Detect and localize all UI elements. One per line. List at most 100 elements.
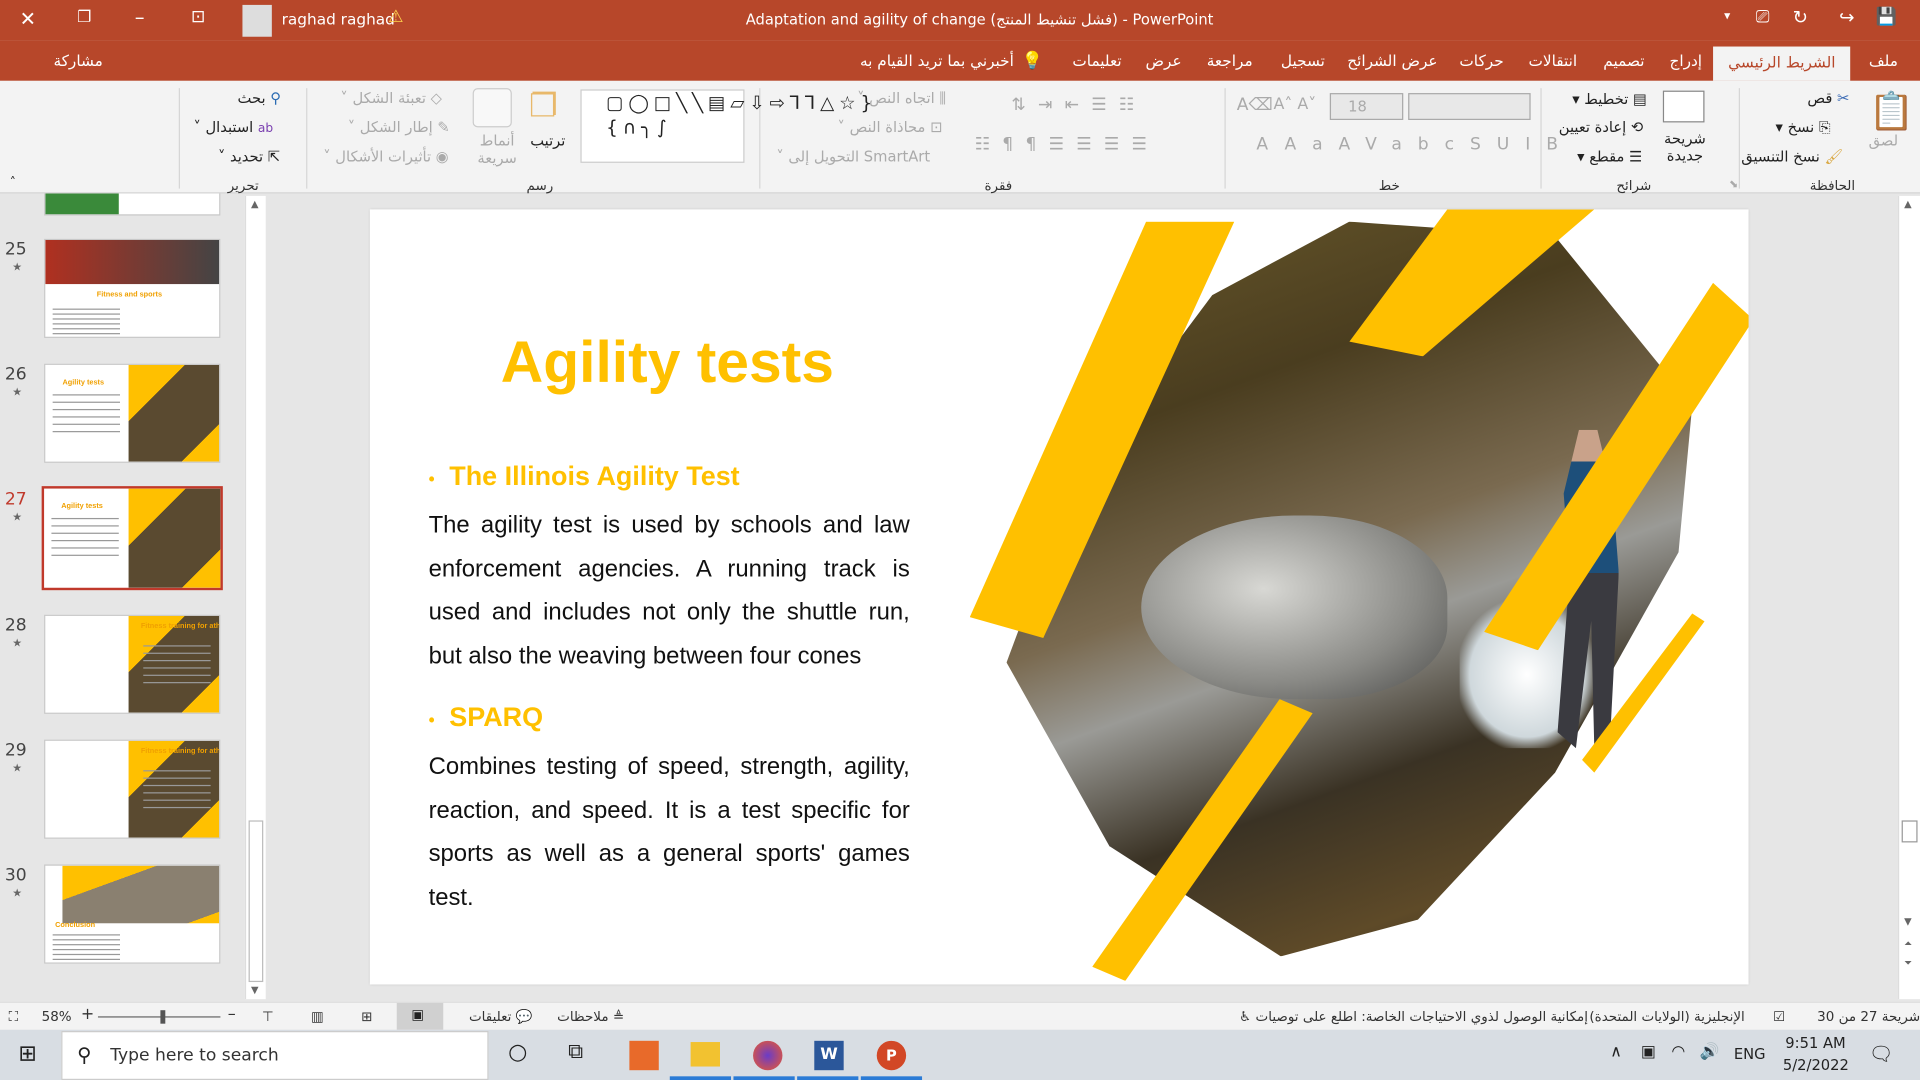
comments-button[interactable]: تعليقات 💬	[469, 1009, 532, 1025]
notes-button[interactable]: ملاحظات ≜	[557, 1009, 624, 1025]
tab-insert[interactable]: إدراج	[1669, 51, 1702, 69]
input-language[interactable]: ENG	[1734, 1046, 1766, 1063]
list-indent-buttons[interactable]: ⇅⇥⇤☰☷	[1011, 96, 1146, 116]
wifi-icon[interactable]: ◠	[1671, 1043, 1685, 1061]
alignment-buttons[interactable]: ☷¶¶☰☰☰☰	[975, 135, 1159, 155]
zoom-out-button[interactable]: –	[228, 1005, 236, 1023]
normal-view-icon[interactable]: ▣	[396, 1002, 444, 1030]
next-slide-icon[interactable]: ⏷	[1904, 958, 1912, 970]
tab-design[interactable]: تصميم	[1603, 51, 1644, 69]
minimize-icon[interactable]: –	[135, 5, 145, 28]
cortana-icon[interactable]: ○	[508, 1040, 527, 1066]
paste-button[interactable]: لصق	[1869, 132, 1898, 149]
new-slide-icon[interactable]	[1662, 90, 1705, 123]
close-icon[interactable]: ✕	[20, 7, 36, 30]
save-icon[interactable]: 💾	[1876, 7, 1897, 27]
slide-scrollbar[interactable]: ▲ ▼ ⏶ ⏷	[1897, 195, 1920, 1000]
scroll-up-icon[interactable]: ▲	[251, 198, 259, 209]
avatar[interactable]	[242, 4, 272, 37]
user-name[interactable]: raghad raghad	[282, 10, 395, 28]
tab-file[interactable]: ملف	[1869, 51, 1898, 69]
body-paragraph[interactable]: Combines testing of speed, strength, agi…	[429, 746, 910, 920]
file-explorer-icon[interactable]	[690, 1042, 721, 1067]
ribbon-display-icon[interactable]: ⊡	[191, 7, 205, 27]
cut-button[interactable]: قص ✂	[1807, 89, 1849, 106]
section-button[interactable]: ▾ مقطع ☰	[1577, 148, 1642, 165]
show-hidden-icons[interactable]: ∧	[1610, 1043, 1622, 1061]
bullet-heading[interactable]: • The Illinois Agility Test	[429, 460, 740, 492]
scroll-up-icon[interactable]: ▲	[1904, 198, 1912, 209]
notifications-icon[interactable]: 🗨	[1869, 1042, 1894, 1065]
undo-icon[interactable]: ↪	[1839, 6, 1854, 28]
quick-styles-button[interactable]: أنماط سريعة	[473, 132, 522, 166]
thumbnail-30[interactable]: Conclusion	[44, 864, 221, 964]
customize-qat-icon[interactable]: ▾	[1724, 10, 1730, 23]
slideshow-view-icon[interactable]: ⊤	[262, 1009, 274, 1025]
font-format-buttons[interactable]: AAaAVabcSUIB	[1256, 135, 1574, 155]
quick-styles-icon[interactable]	[472, 88, 512, 128]
restore-icon[interactable]: ❐	[77, 9, 91, 27]
shape-outline-button[interactable]: ˅ إطار الشكل ✎	[348, 119, 450, 136]
slide-photo[interactable]	[945, 209, 1749, 984]
scroll-down-icon[interactable]: ▼	[1904, 916, 1912, 927]
shapes-gallery[interactable]: ▢◯□╲╲▤▱⇩⇨⅂⅂△☆}{∩╮∫	[580, 89, 872, 163]
layout-button[interactable]: ▾ تخطيط ▤	[1572, 91, 1647, 108]
zoom-level[interactable]: 58%	[42, 1009, 72, 1025]
tab-review[interactable]: مراجعة	[1207, 51, 1253, 69]
tab-transitions[interactable]: انتقالات	[1528, 51, 1577, 69]
reset-button[interactable]: إعادة تعيين ⟲	[1559, 119, 1643, 136]
tab-slideshow[interactable]: عرض الشرائح	[1347, 51, 1437, 69]
smartart-button[interactable]: ˅ التحويل إلى SmartArt	[776, 148, 930, 165]
battery-icon[interactable]: ▣	[1641, 1043, 1656, 1061]
tell-me-search[interactable]: أخبرني بما تريد القيام به	[860, 51, 1014, 69]
thumbnail-25[interactable]: Fitness and sports	[44, 238, 221, 338]
slide-thumbnails-pane[interactable]: 25 ★ Fitness and sports 26 ★ Agility tests 27 ★…	[0, 193, 245, 1002]
dialog-launcher-icon[interactable]: ⬊	[1729, 179, 1738, 191]
thumbnail-27[interactable]: Agility tests	[41, 486, 223, 591]
previous-slide-icon[interactable]: ⏶	[1904, 938, 1912, 950]
language-status[interactable]: الإنجليزية (الولايات المتحدة)	[1589, 1009, 1744, 1025]
slide-sorter-icon[interactable]: ⊞	[361, 1009, 372, 1025]
taskbar-search-box[interactable]: ⚲ Type here to search	[61, 1031, 489, 1080]
screen-recorder-app-icon[interactable]	[629, 1040, 659, 1071]
clock-time[interactable]: 9:51 AM	[1785, 1035, 1845, 1052]
paste-icon[interactable]: 📋	[1869, 91, 1915, 134]
thumbnail-28[interactable]: Fitness training for athletes	[44, 614, 221, 714]
warning-icon[interactable]: ⚠	[388, 7, 403, 27]
thumbnail-29[interactable]: Fitness training for athletes	[44, 739, 221, 839]
slide-canvas[interactable]: Agility tests • The Illinois Agility Test…	[369, 209, 1749, 985]
accessibility-status[interactable]: إمكانية الوصول لذوي الاحتياجات الخاصة: ا…	[1239, 1009, 1588, 1025]
spellcheck-icon[interactable]: ☑	[1773, 1009, 1785, 1025]
shape-fill-button[interactable]: ˅ تعبئة الشكل ◇	[340, 89, 442, 106]
presenter-icon[interactable]: ⎚	[1756, 7, 1770, 27]
windows-start-icon[interactable]: ⊞	[18, 1041, 36, 1067]
tab-home[interactable]: الشريط الرئيسي	[1713, 46, 1851, 81]
tab-animations[interactable]: حركات	[1459, 51, 1503, 69]
font-name-combobox[interactable]	[1408, 93, 1531, 121]
tab-help[interactable]: تعليمات	[1072, 51, 1121, 69]
tab-view[interactable]: عرض	[1146, 51, 1182, 69]
thumbnail-26[interactable]: Agility tests	[44, 363, 221, 463]
select-button[interactable]: ˅ تحديد ⇱	[218, 148, 280, 165]
scrollbar-thumb[interactable]	[1901, 820, 1918, 843]
scrollbar-thumb[interactable]	[248, 820, 264, 983]
zoom-slider[interactable]	[97, 1010, 221, 1024]
zoom-slider-thumb[interactable]	[160, 1010, 166, 1024]
arrange-icon[interactable]: ❐	[529, 88, 558, 125]
font-size-combobox[interactable]: 18	[1329, 93, 1404, 121]
align-text-button[interactable]: ˅ محاذاة النص ⊡	[838, 119, 943, 136]
firefox-icon[interactable]	[753, 1040, 783, 1071]
arrange-button[interactable]: ترتيب	[530, 132, 565, 149]
clear-formatting-icon[interactable]: A⌫	[1237, 96, 1273, 116]
grow-font-icon[interactable]: A˄ A˅	[1273, 96, 1316, 114]
shape-effects-button[interactable]: ˅ تأثيرات الأشكال ◉	[323, 148, 448, 165]
word-icon[interactable]: W	[814, 1040, 844, 1071]
replace-button[interactable]: ˅ استبدال ab	[193, 119, 273, 136]
thumbnail-scrollbar[interactable]: ▲ ▼	[244, 195, 266, 1000]
bullet-heading[interactable]: • SPARQ	[429, 702, 544, 734]
volume-icon[interactable]: 🔊	[1700, 1043, 1720, 1061]
format-painter-button[interactable]: نسخ التنسيق 🖌	[1741, 148, 1843, 165]
repeat-icon[interactable]: ↻	[1793, 6, 1808, 28]
task-view-icon[interactable]: ⧉	[568, 1040, 583, 1064]
zoom-in-button[interactable]: +	[81, 1005, 94, 1023]
